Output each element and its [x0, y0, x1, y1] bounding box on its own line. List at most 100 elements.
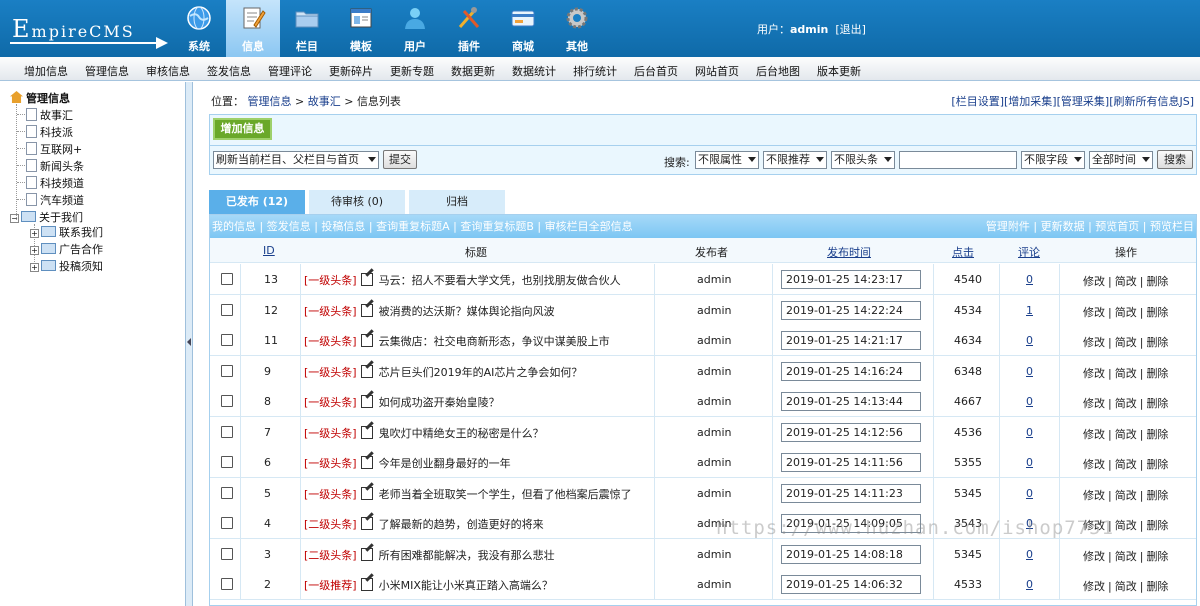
- quick-edit-link[interactable]: 简改: [1115, 550, 1137, 563]
- edit-link[interactable]: 修改: [1083, 336, 1105, 349]
- quick-edit-link[interactable]: 简改: [1115, 397, 1137, 410]
- row-title[interactable]: 今年是创业翻身最好的一年: [379, 457, 511, 470]
- row-comments-link[interactable]: 0: [1026, 334, 1033, 347]
- filter-headline-select[interactable]: 不限头条: [831, 151, 895, 169]
- pane-splitter[interactable]: [186, 82, 193, 606]
- field-select[interactable]: 不限字段: [1021, 151, 1085, 169]
- menu-item[interactable]: 更新碎片: [329, 63, 373, 79]
- time-select[interactable]: 全部时间: [1089, 151, 1153, 169]
- edit-link[interactable]: 修改: [1083, 397, 1105, 410]
- edit-link[interactable]: 修改: [1083, 489, 1105, 502]
- delete-link[interactable]: 删除: [1146, 489, 1168, 502]
- row-comments-link[interactable]: 0: [1026, 395, 1033, 408]
- quick-edit-link[interactable]: 简改: [1115, 275, 1137, 288]
- row-comments-link[interactable]: 0: [1026, 548, 1033, 561]
- row-tag[interactable]: [一级推荐]: [304, 579, 357, 592]
- row-time-field[interactable]: 2019-01-25 14:06:32: [781, 575, 921, 594]
- empirecms-logo[interactable]: EmpireCMS: [8, 6, 173, 50]
- row-time-field[interactable]: 2019-01-25 14:16:24: [781, 361, 921, 381]
- edit-note-icon[interactable]: [360, 578, 373, 591]
- column-settings-link[interactable]: [栏目设置]: [951, 95, 1004, 108]
- table-link[interactable]: 预览栏目: [1150, 220, 1194, 233]
- menu-item[interactable]: 更新专题: [390, 63, 434, 79]
- edit-note-icon[interactable]: [360, 456, 373, 469]
- quick-edit-link[interactable]: 简改: [1115, 580, 1137, 593]
- refresh-select[interactable]: 刷新当前栏目、父栏目与首页: [213, 151, 379, 169]
- row-time-field[interactable]: 2019-01-25 14:13:44: [781, 392, 921, 411]
- nav-globe[interactable]: 系统: [172, 0, 226, 57]
- quick-edit-link[interactable]: 简改: [1115, 458, 1137, 471]
- row-tag[interactable]: [一级头条]: [304, 427, 357, 440]
- row-time-field[interactable]: 2019-01-25 14:22:24: [781, 300, 921, 320]
- search-input[interactable]: [899, 151, 1017, 169]
- menu-item[interactable]: 审核信息: [146, 63, 190, 79]
- edit-note-icon[interactable]: [360, 395, 373, 408]
- table-link[interactable]: 查询重复标题A: [376, 220, 450, 233]
- add-info-button[interactable]: 增加信息: [213, 118, 272, 140]
- manage-collect-link[interactable]: [管理采集]: [1057, 95, 1110, 108]
- tree-item[interactable]: 新闻头条: [26, 158, 84, 173]
- row-title[interactable]: 被消费的达沃斯？媒体舆论指向风波: [379, 305, 555, 318]
- edit-note-icon[interactable]: [360, 486, 373, 500]
- filter-recommend-select[interactable]: 不限推荐: [763, 151, 827, 169]
- col-id[interactable]: ID: [263, 244, 275, 257]
- menu-item[interactable]: 管理信息: [85, 63, 129, 79]
- row-time-field[interactable]: 2019-01-25 14:23:17: [781, 270, 921, 289]
- row-comments-link[interactable]: 0: [1026, 365, 1033, 378]
- menu-item[interactable]: 后台地图: [756, 63, 800, 79]
- row-tag[interactable]: [一级头条]: [304, 488, 357, 501]
- logout-link[interactable]: [退出]: [835, 23, 866, 36]
- edit-link[interactable]: 修改: [1083, 458, 1105, 471]
- table-link[interactable]: 签发信息: [267, 220, 311, 233]
- menu-item[interactable]: 签发信息: [207, 63, 251, 79]
- menu-item[interactable]: 版本更新: [817, 63, 861, 79]
- row-tag[interactable]: [一级头条]: [304, 305, 357, 318]
- edit-note-icon[interactable]: [360, 547, 373, 561]
- table-link[interactable]: 我的信息: [212, 220, 256, 233]
- row-checkbox[interactable]: [221, 547, 233, 560]
- delete-link[interactable]: 删除: [1146, 367, 1168, 380]
- tree-group[interactable]: − 关于我们: [10, 209, 83, 224]
- edit-link[interactable]: 修改: [1083, 367, 1105, 380]
- row-tag[interactable]: [一级头条]: [304, 335, 357, 348]
- quick-edit-link[interactable]: 简改: [1115, 489, 1137, 502]
- tree-item[interactable]: 故事汇: [26, 107, 73, 122]
- edit-link[interactable]: 修改: [1083, 275, 1105, 288]
- menu-item[interactable]: 管理评论: [268, 63, 312, 79]
- row-title[interactable]: 小米MIX能让小米真正踏入高端么？: [379, 579, 553, 592]
- delete-link[interactable]: 删除: [1146, 397, 1168, 410]
- table-link[interactable]: 更新数据: [1041, 220, 1085, 233]
- row-comments-link[interactable]: 0: [1026, 273, 1033, 286]
- row-comments-link[interactable]: 0: [1026, 426, 1033, 439]
- row-checkbox[interactable]: [221, 273, 233, 285]
- row-comments-link[interactable]: 1: [1026, 304, 1033, 317]
- row-comments-link[interactable]: 0: [1026, 487, 1033, 500]
- row-time-field[interactable]: 2019-01-25 14:11:23: [781, 483, 921, 503]
- col-time[interactable]: 发布时间: [827, 244, 871, 260]
- col-comments[interactable]: 评论: [1018, 244, 1040, 260]
- edit-note-icon[interactable]: [360, 273, 373, 286]
- quick-edit-link[interactable]: 简改: [1115, 367, 1137, 380]
- delete-link[interactable]: 删除: [1146, 275, 1168, 288]
- row-checkbox[interactable]: [221, 456, 233, 468]
- menu-item[interactable]: 数据更新: [451, 63, 495, 79]
- collapse-arrow-icon[interactable]: [187, 338, 191, 346]
- nav-card[interactable]: 商城: [496, 0, 550, 57]
- nav-window[interactable]: 模板: [334, 0, 388, 57]
- tree-subitem[interactable]: + 联系我们: [30, 224, 103, 239]
- row-comments-link[interactable]: 0: [1026, 578, 1033, 591]
- edit-note-icon[interactable]: [360, 425, 373, 439]
- row-tag[interactable]: [一级头条]: [304, 396, 357, 409]
- row-tag[interactable]: [二级头条]: [304, 518, 357, 531]
- tree-item[interactable]: 互联网+: [26, 141, 82, 156]
- row-tag[interactable]: [一级头条]: [304, 457, 357, 470]
- row-checkbox[interactable]: [221, 334, 233, 346]
- tree-subitem[interactable]: + 广告合作: [30, 241, 103, 256]
- edit-note-icon[interactable]: [360, 517, 373, 530]
- nav-folder[interactable]: 栏目: [280, 0, 334, 57]
- edit-note-icon[interactable]: [360, 334, 373, 347]
- row-time-field[interactable]: 2019-01-25 14:21:17: [781, 331, 921, 350]
- row-tag[interactable]: [一级头条]: [304, 366, 357, 379]
- quick-edit-link[interactable]: 简改: [1115, 336, 1137, 349]
- row-tag[interactable]: [二级头条]: [304, 549, 357, 562]
